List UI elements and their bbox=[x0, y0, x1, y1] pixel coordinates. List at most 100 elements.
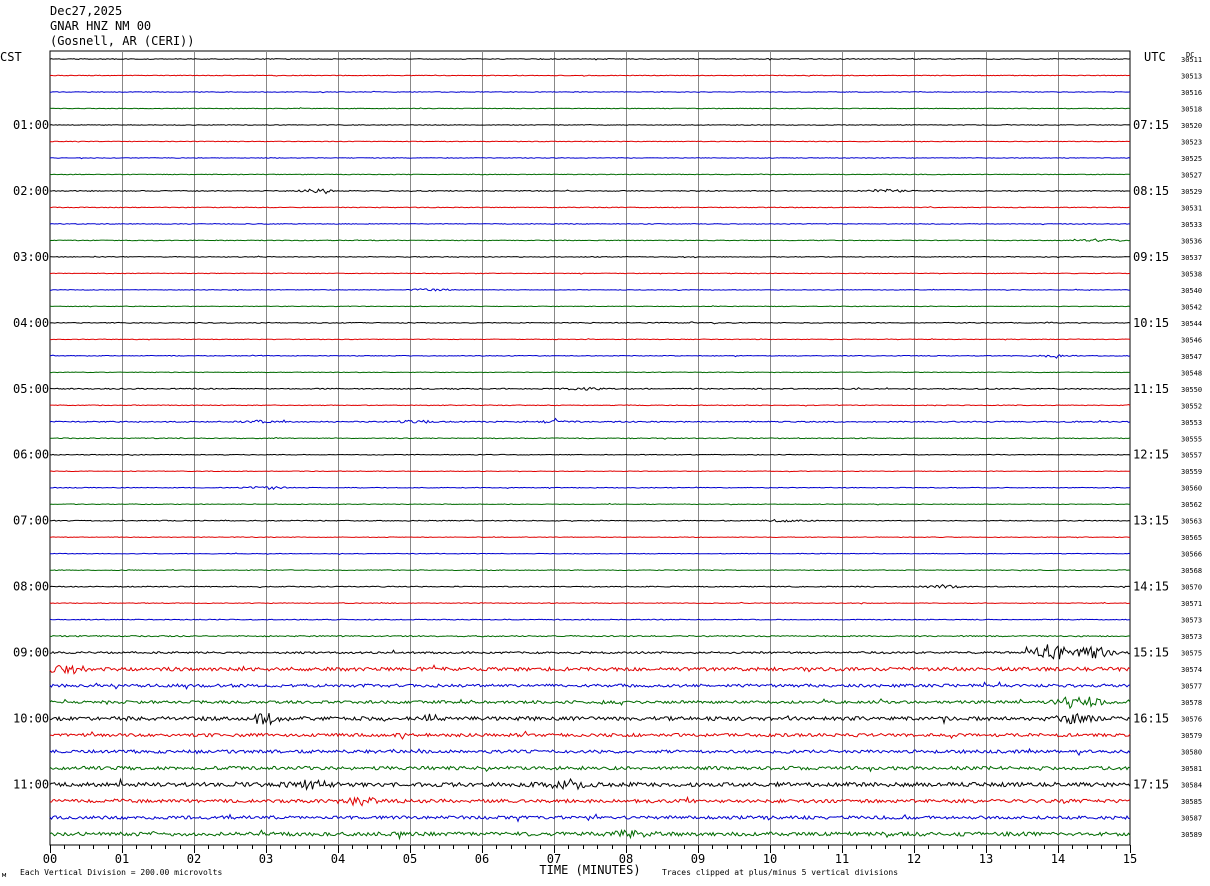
trace-line bbox=[49, 354, 1131, 359]
cst-hour-label: 10:00 bbox=[13, 712, 49, 726]
dc-offset-label: 30562 bbox=[1181, 501, 1202, 509]
dc-offset-label: 30557 bbox=[1181, 452, 1202, 460]
trace-line bbox=[49, 536, 1131, 539]
trace-line bbox=[49, 288, 1130, 292]
trace-line bbox=[49, 813, 1131, 823]
trace-line bbox=[49, 681, 1131, 690]
dc-offset-label: 30587 bbox=[1181, 815, 1202, 823]
x-tick-label: 15 bbox=[1123, 852, 1137, 866]
plot-frame bbox=[49, 50, 1131, 846]
trace-line bbox=[49, 403, 1131, 407]
dc-offset-label: 30584 bbox=[1181, 782, 1202, 790]
utc-hour-label: 08:15 bbox=[1133, 184, 1169, 198]
cst-hour-label: 05:00 bbox=[13, 382, 49, 396]
dc-offset-label: 30520 bbox=[1181, 122, 1202, 130]
utc-hour-label: 16:15 bbox=[1133, 712, 1169, 726]
trace-line bbox=[49, 255, 1131, 259]
trace-line bbox=[49, 206, 1131, 209]
cst-hour-label: 11:00 bbox=[13, 778, 49, 792]
dc-offset-label: 30581 bbox=[1181, 765, 1202, 773]
row-labels: 3051130513305163051830520305233052530527… bbox=[13, 56, 1202, 839]
trace-line bbox=[49, 453, 1131, 456]
trace-line bbox=[49, 828, 1131, 841]
trace-line bbox=[49, 188, 1130, 195]
x-tick-label: 14 bbox=[1051, 852, 1065, 866]
trace-line bbox=[49, 664, 1131, 675]
x-tick-label: 03 bbox=[259, 852, 273, 866]
dc-offset-label: 30544 bbox=[1181, 320, 1202, 328]
trace-line bbox=[49, 338, 1131, 341]
trace-line bbox=[49, 321, 1131, 325]
dc-offset-label: 30589 bbox=[1181, 831, 1202, 839]
trace-line bbox=[49, 173, 1131, 176]
trace-line bbox=[49, 502, 1131, 506]
dc-offset-label: 30566 bbox=[1181, 551, 1202, 559]
trace-line bbox=[49, 436, 1131, 440]
utc-label: UTC bbox=[1144, 50, 1166, 64]
cst-hour-label: 02:00 bbox=[13, 184, 49, 198]
dc-header: DC bbox=[1186, 51, 1194, 59]
trace-line bbox=[49, 486, 1131, 490]
trace-line bbox=[49, 584, 1131, 589]
trace-line bbox=[49, 696, 1131, 710]
dc-offset-label: 30533 bbox=[1181, 221, 1202, 229]
dc-offset-label: 30542 bbox=[1181, 303, 1202, 311]
trace-line bbox=[49, 552, 1131, 555]
x-tick-label: 05 bbox=[403, 852, 417, 866]
cst-hour-label: 06:00 bbox=[13, 448, 49, 462]
dc-offset-label: 30573 bbox=[1181, 617, 1202, 625]
trace-line bbox=[49, 90, 1131, 94]
trace-line bbox=[49, 140, 1131, 143]
dc-offset-label: 30573 bbox=[1181, 633, 1202, 641]
trace-line bbox=[49, 238, 1131, 243]
cst-hour-label: 04:00 bbox=[13, 316, 49, 330]
utc-hour-label: 14:15 bbox=[1133, 580, 1169, 594]
trace-line bbox=[49, 601, 1131, 605]
trace-line bbox=[50, 730, 1131, 740]
x-tick-label: 13 bbox=[979, 852, 993, 866]
dc-offset-label: 30578 bbox=[1181, 699, 1202, 707]
utc-hour-label: 15:15 bbox=[1133, 646, 1169, 660]
trace-line bbox=[49, 123, 1131, 126]
dc-offset-label: 30571 bbox=[1181, 600, 1202, 608]
trace-line bbox=[49, 305, 1131, 308]
dc-offset-label: 30553 bbox=[1181, 419, 1202, 427]
dc-offset-label: 30550 bbox=[1181, 386, 1202, 394]
utc-hour-label: 09:15 bbox=[1133, 250, 1169, 264]
trace-line bbox=[49, 157, 1131, 160]
dc-offset-label: 30574 bbox=[1181, 666, 1202, 674]
trace-line bbox=[49, 618, 1130, 621]
trace-line bbox=[49, 417, 1131, 424]
dc-offset-label: 30513 bbox=[1181, 73, 1202, 81]
x-tick-label: 11 bbox=[835, 852, 849, 866]
dc-offset-label: 30570 bbox=[1181, 584, 1202, 592]
dc-offset-label: 30563 bbox=[1181, 518, 1202, 526]
dc-offset-label: 30559 bbox=[1181, 468, 1202, 476]
trace-line bbox=[49, 57, 1131, 61]
dc-offset-label: 30536 bbox=[1181, 237, 1202, 245]
dc-offset-label: 30576 bbox=[1181, 716, 1202, 724]
x-tick-label: 06 bbox=[475, 852, 489, 866]
trace-line bbox=[49, 272, 1130, 275]
clip-note: Traces clipped at plus/minus 5 vertical … bbox=[662, 868, 898, 877]
trace-line bbox=[49, 644, 1131, 660]
helicorder-plot: 00 01 02 03 04 05 06 07 08 09 10 11 12 13 14 15 3051130… bbox=[0, 50, 1202, 879]
trace-line bbox=[49, 222, 1130, 226]
minute-grid bbox=[49, 50, 1131, 846]
dc-offset-label: 30552 bbox=[1181, 402, 1202, 410]
trace-line bbox=[49, 634, 1131, 638]
dc-offset-label: 30538 bbox=[1181, 270, 1202, 278]
trace-line bbox=[49, 386, 1131, 391]
dc-offset-label: 30546 bbox=[1181, 336, 1202, 344]
utc-hour-label: 10:15 bbox=[1133, 316, 1169, 330]
cst-hour-label: 09:00 bbox=[13, 646, 49, 660]
dc-offset-label: 30560 bbox=[1181, 485, 1202, 493]
trace-line bbox=[49, 712, 1131, 726]
utc-hour-label: 07:15 bbox=[1133, 118, 1169, 132]
dc-offset-label: 30540 bbox=[1181, 287, 1202, 295]
dc-offset-label: 30537 bbox=[1181, 254, 1202, 262]
dc-offset-label: 30565 bbox=[1181, 534, 1202, 542]
dc-offset-label: 30585 bbox=[1181, 798, 1202, 806]
corner-mark: м bbox=[2, 871, 7, 879]
x-tick-label: 10 bbox=[763, 852, 777, 866]
